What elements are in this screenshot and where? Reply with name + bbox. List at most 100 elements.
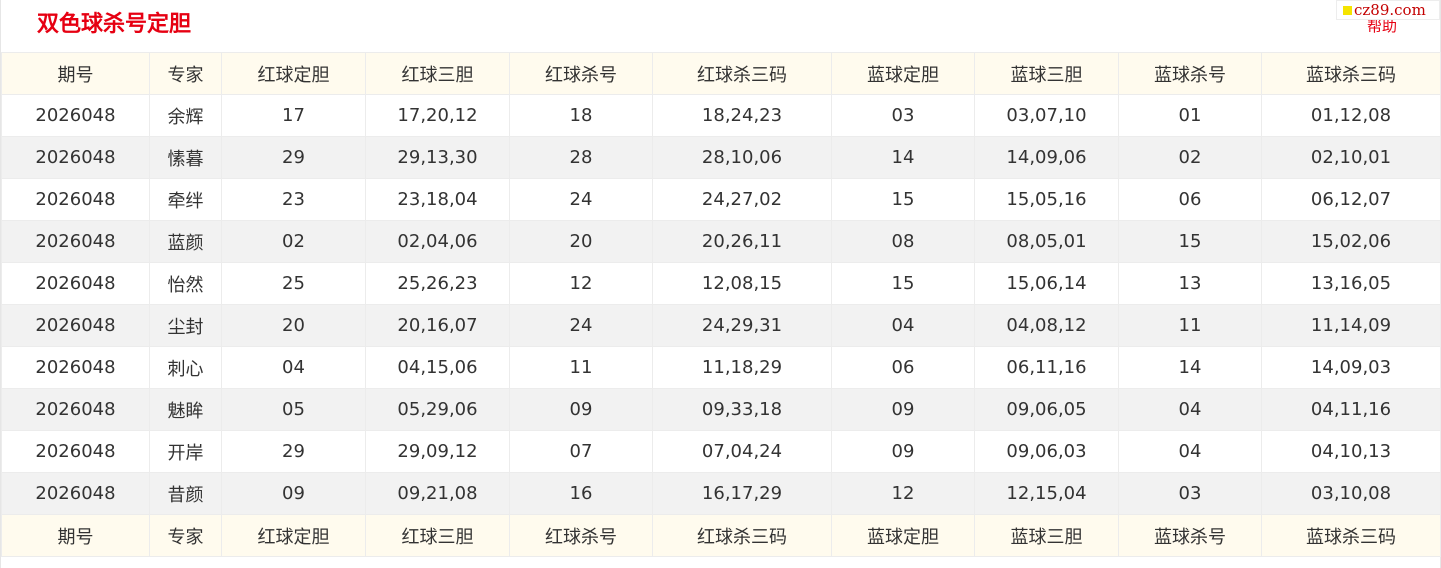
column-header-red-three: 红球三胆 <box>365 52 510 95</box>
table-body: 2026048 余辉 17 17,20,12 18 18,24,23 03 03… <box>1 94 1441 515</box>
table-cell: 11 <box>509 346 653 389</box>
column-header-expert: 专家 <box>149 52 222 95</box>
table-cell: 15 <box>831 178 975 221</box>
column-header-red-kill-three: 红球杀三码 <box>652 52 832 95</box>
table-cell: 20 <box>509 220 653 263</box>
table-cell: 15,02,06 <box>1261 220 1441 263</box>
table-cell: 03 <box>1118 472 1262 515</box>
table-cell: 02 <box>221 220 366 263</box>
table-cell: 05 <box>221 388 366 431</box>
table-row: 2026048 昔颜 09 09,21,08 16 16,17,29 12 12… <box>1 472 1441 515</box>
table-cell: 2026048 <box>1 220 150 263</box>
table-cell: 04 <box>221 346 366 389</box>
table-cell: 12,15,04 <box>974 472 1119 515</box>
table-cell: 2026048 <box>1 472 150 515</box>
table-cell: 08,05,01 <box>974 220 1119 263</box>
table-row: 2026048 蓝颜 02 02,04,06 20 20,26,11 08 08… <box>1 220 1441 263</box>
table-cell: 13 <box>1118 262 1262 305</box>
table-cell: 08 <box>831 220 975 263</box>
table-cell: 01 <box>1118 94 1262 137</box>
table-cell: 09 <box>831 388 975 431</box>
table-cell: 尘封 <box>149 304 222 347</box>
column-footer-red-kill-three: 红球杀三码 <box>652 514 832 557</box>
site-watermark: cz89.com <box>1336 0 1440 20</box>
table-cell: 29 <box>221 430 366 473</box>
column-header-red-kill: 红球杀号 <box>509 52 653 95</box>
column-footer-red-fixed: 红球定胆 <box>221 514 366 557</box>
table-cell: 20,26,11 <box>652 220 832 263</box>
table-cell: 24 <box>509 178 653 221</box>
column-footer-blue-three: 蓝球三胆 <box>974 514 1119 557</box>
table-cell: 04 <box>831 304 975 347</box>
column-footer-red-kill: 红球杀号 <box>509 514 653 557</box>
table-cell: 04 <box>1118 388 1262 431</box>
table-cell: 16,17,29 <box>652 472 832 515</box>
table-cell: 2026048 <box>1 262 150 305</box>
table-cell: 18,24,23 <box>652 94 832 137</box>
table-cell: 28 <box>509 136 653 179</box>
table-cell: 15,05,16 <box>974 178 1119 221</box>
table-cell: 14 <box>831 136 975 179</box>
table-row: 2026048 尘封 20 20,16,07 24 24,29,31 04 04… <box>1 304 1441 347</box>
table-row: 2026048 怡然 25 25,26,23 12 12,08,15 15 15… <box>1 262 1441 305</box>
column-footer-blue-kill: 蓝球杀号 <box>1118 514 1262 557</box>
table-cell: 29 <box>221 136 366 179</box>
table-cell: 04,11,16 <box>1261 388 1441 431</box>
page-title: 双色球杀号定胆 <box>37 12 192 37</box>
table-cell: 20,16,07 <box>365 304 510 347</box>
page-frame: 双色球杀号定胆 帮助 cz89.com 期号 专家 红球定胆 红球三胆 红球杀号… <box>0 0 1441 568</box>
table-cell: 17,20,12 <box>365 94 510 137</box>
table-cell: 13,16,05 <box>1261 262 1441 305</box>
prediction-table: 期号 专家 红球定胆 红球三胆 红球杀号 红球杀三码 蓝球定胆 蓝球三胆 蓝球杀… <box>1 52 1441 557</box>
table-cell: 09,06,03 <box>974 430 1119 473</box>
table-cell: 03 <box>831 94 975 137</box>
table-cell: 蓝颜 <box>149 220 222 263</box>
table-cell: 24,27,02 <box>652 178 832 221</box>
table-cell: 09 <box>831 430 975 473</box>
table-cell: 23,18,04 <box>365 178 510 221</box>
table-cell: 2026048 <box>1 346 150 389</box>
table-cell: 昔颜 <box>149 472 222 515</box>
table-cell: 14 <box>1118 346 1262 389</box>
table-cell: 03,10,08 <box>1261 472 1441 515</box>
watermark-text: cz89.com <box>1354 1 1426 19</box>
table-cell: 25,26,23 <box>365 262 510 305</box>
table-cell: 06 <box>1118 178 1262 221</box>
table-cell: 20 <box>221 304 366 347</box>
table-cell: 14,09,06 <box>974 136 1119 179</box>
table-cell: 07 <box>509 430 653 473</box>
table-header-row: 期号 专家 红球定胆 红球三胆 红球杀号 红球杀三码 蓝球定胆 蓝球三胆 蓝球杀… <box>1 52 1441 95</box>
table-cell: 愫暮 <box>149 136 222 179</box>
table-cell: 04,08,12 <box>974 304 1119 347</box>
page-header: 双色球杀号定胆 帮助 cz89.com <box>1 0 1440 52</box>
table-cell: 09 <box>509 388 653 431</box>
column-footer-blue-kill-three: 蓝球杀三码 <box>1261 514 1441 557</box>
table-cell: 2026048 <box>1 304 150 347</box>
table-cell: 09,06,05 <box>974 388 1119 431</box>
table-cell: 15 <box>1118 220 1262 263</box>
table-cell: 刺心 <box>149 346 222 389</box>
table-cell: 15 <box>831 262 975 305</box>
table-cell: 04,10,13 <box>1261 430 1441 473</box>
table-cell: 28,10,06 <box>652 136 832 179</box>
table-row: 2026048 魅眸 05 05,29,06 09 09,33,18 09 09… <box>1 388 1441 431</box>
table-cell: 23 <box>221 178 366 221</box>
table-cell: 09 <box>221 472 366 515</box>
table-cell: 11,14,09 <box>1261 304 1441 347</box>
column-header-blue-fixed: 蓝球定胆 <box>831 52 975 95</box>
table-cell: 2026048 <box>1 430 150 473</box>
table-cell: 11,18,29 <box>652 346 832 389</box>
table-row: 2026048 开岸 29 29,09,12 07 07,04,24 09 09… <box>1 430 1441 473</box>
table-cell: 06,11,16 <box>974 346 1119 389</box>
table-cell: 06,12,07 <box>1261 178 1441 221</box>
table-cell: 2026048 <box>1 136 150 179</box>
table-cell: 07,04,24 <box>652 430 832 473</box>
column-footer-expert: 专家 <box>149 514 222 557</box>
table-row: 2026048 刺心 04 04,15,06 11 11,18,29 06 06… <box>1 346 1441 389</box>
column-header-red-fixed: 红球定胆 <box>221 52 366 95</box>
column-header-blue-three: 蓝球三胆 <box>974 52 1119 95</box>
table-cell: 11 <box>1118 304 1262 347</box>
table-cell: 02 <box>1118 136 1262 179</box>
table-cell: 09,33,18 <box>652 388 832 431</box>
table-cell: 怡然 <box>149 262 222 305</box>
